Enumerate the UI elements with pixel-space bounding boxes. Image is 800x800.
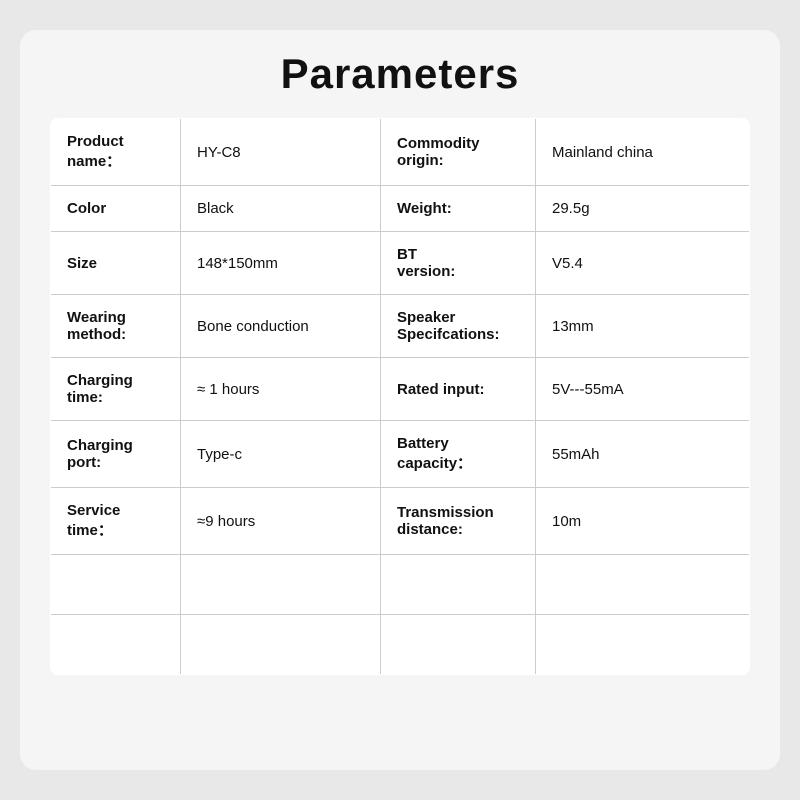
table-row: Charging port:Type-cBattery capacity：55m…: [51, 421, 750, 488]
value-left-5: Type-c: [181, 421, 381, 488]
value-left-6: ≈9 hours: [181, 488, 381, 555]
value-right-1: 29.5g: [536, 186, 750, 232]
label-right-5: Battery capacity：: [381, 421, 536, 488]
value-right-8: [536, 615, 750, 675]
table-row: Charging time:≈ 1 hoursRated input:5V---…: [51, 358, 750, 421]
table-row: [51, 615, 750, 675]
table-row: Service time：≈9 hoursTransmission distan…: [51, 488, 750, 555]
value-right-4: 5V---55mA: [536, 358, 750, 421]
value-right-3: 13mm: [536, 295, 750, 358]
label-left-3: Wearing method:: [51, 295, 181, 358]
label-left-8: [51, 615, 181, 675]
label-left-1: Color: [51, 186, 181, 232]
value-left-2: 148*150mm: [181, 232, 381, 295]
label-right-6: Transmission distance:: [381, 488, 536, 555]
page-title: Parameters: [281, 50, 520, 98]
label-right-2: BT version:: [381, 232, 536, 295]
label-right-1: Weight:: [381, 186, 536, 232]
label-left-0: Product name：: [51, 119, 181, 186]
value-left-8: [181, 615, 381, 675]
label-right-7: [381, 555, 536, 615]
label-left-5: Charging port:: [51, 421, 181, 488]
value-right-5: 55mAh: [536, 421, 750, 488]
value-right-7: [536, 555, 750, 615]
label-left-7: [51, 555, 181, 615]
value-left-3: Bone conduction: [181, 295, 381, 358]
value-left-7: [181, 555, 381, 615]
label-right-4: Rated input:: [381, 358, 536, 421]
params-table: Product name：HY-C8Commodity origin:Mainl…: [50, 118, 750, 675]
table-row: Size148*150mmBT version:V5.4: [51, 232, 750, 295]
label-left-4: Charging time:: [51, 358, 181, 421]
table-row: [51, 555, 750, 615]
label-right-8: [381, 615, 536, 675]
label-right-3: Speaker Specifcations:: [381, 295, 536, 358]
label-left-6: Service time：: [51, 488, 181, 555]
label-right-0: Commodity origin:: [381, 119, 536, 186]
page-container: Parameters Product name：HY-C8Commodity o…: [20, 30, 780, 770]
label-left-2: Size: [51, 232, 181, 295]
table-row: Wearing method:Bone conductionSpeaker Sp…: [51, 295, 750, 358]
value-left-1: Black: [181, 186, 381, 232]
value-left-0: HY-C8: [181, 119, 381, 186]
value-right-0: Mainland china: [536, 119, 750, 186]
value-right-2: V5.4: [536, 232, 750, 295]
table-row: ColorBlackWeight:29.5g: [51, 186, 750, 232]
table-row: Product name：HY-C8Commodity origin:Mainl…: [51, 119, 750, 186]
value-right-6: 10m: [536, 488, 750, 555]
value-left-4: ≈ 1 hours: [181, 358, 381, 421]
